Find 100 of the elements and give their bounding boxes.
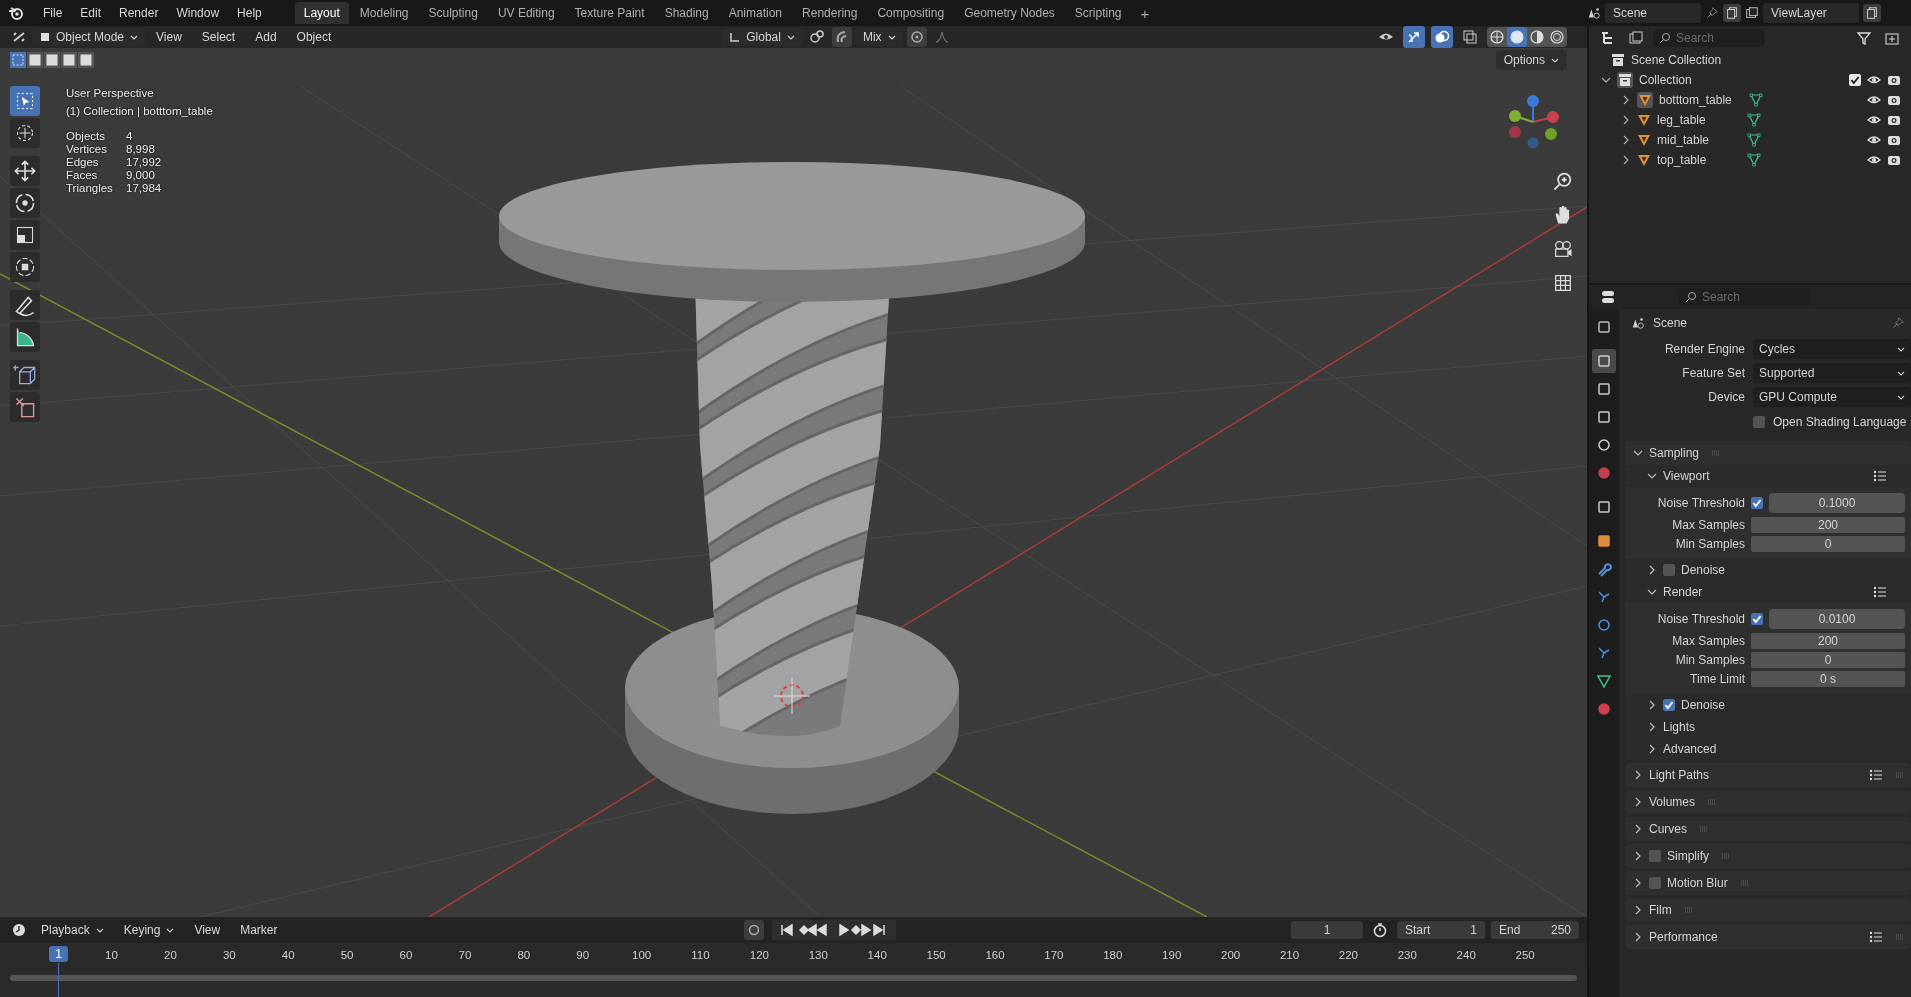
copy-icon[interactable] xyxy=(1863,4,1881,22)
drag-handle-icon[interactable] xyxy=(1739,880,1750,886)
camera-icon[interactable] xyxy=(1887,93,1901,107)
wireframe-shading-icon[interactable] xyxy=(1487,27,1507,47)
expand-chevron-icon[interactable] xyxy=(1633,770,1643,780)
panel-header[interactable]: Light Paths xyxy=(1625,763,1911,787)
camera-icon[interactable] xyxy=(1887,73,1901,87)
material-shading-icon[interactable] xyxy=(1527,27,1547,47)
outliner-row[interactable]: leg_table xyxy=(1589,110,1911,130)
expand-chevron-icon[interactable] xyxy=(1647,587,1657,597)
cursor-icon[interactable] xyxy=(10,118,40,148)
checkbox[interactable] xyxy=(1663,699,1675,711)
expand-chevron-icon[interactable] xyxy=(1633,448,1643,458)
panel-header[interactable]: Volumes xyxy=(1625,790,1911,814)
subpanel-header[interactable]: Viewport xyxy=(1625,465,1911,487)
camera-icon[interactable] xyxy=(1887,153,1901,167)
panel-header[interactable]: Film xyxy=(1625,898,1911,922)
viewport-menu-item[interactable]: Object xyxy=(287,27,341,47)
scale-icon[interactable] xyxy=(10,220,40,250)
drag-handle-icon[interactable] xyxy=(1707,799,1718,805)
pin-icon[interactable] xyxy=(1705,6,1719,20)
workspace-tab[interactable]: Modeling xyxy=(350,2,418,24)
mesh-data-icon[interactable] xyxy=(1747,113,1761,127)
checkbox[interactable] xyxy=(1649,850,1661,862)
select-box-icon[interactable] xyxy=(10,86,40,116)
pin-icon[interactable] xyxy=(1891,316,1905,330)
timeline-menu-item[interactable]: Marker xyxy=(231,920,287,940)
workspace-tab[interactable]: Rendering xyxy=(793,2,867,24)
menu-item[interactable]: File xyxy=(34,3,72,23)
expand-chevron-icon[interactable] xyxy=(1647,471,1657,481)
number-field[interactable]: 0.0100 xyxy=(1769,608,1905,629)
overlays-toggle-icon[interactable] xyxy=(1431,26,1453,48)
viewport-menu-item[interactable]: Add xyxy=(246,27,286,47)
subpanel-header[interactable]: Denoise xyxy=(1625,694,1911,716)
dropdown-field[interactable]: GPU Compute xyxy=(1753,387,1911,407)
drag-handle-icon[interactable] xyxy=(1683,907,1694,913)
add-cube-icon[interactable] xyxy=(10,360,40,390)
panel-header[interactable]: Sampling xyxy=(1625,441,1911,465)
outliner-row[interactable]: mid_table xyxy=(1589,130,1911,150)
current-frame-field[interactable]: 1 xyxy=(1291,921,1363,939)
dropdown-field[interactable]: Supported xyxy=(1753,363,1911,383)
3d-viewport[interactable]: Object Mode View Select Add Object Global Mix Options User Perspective (1) Collection | botttom_table Objects 4 Vertices 8,998 Edges 17,992 Faces 9,000 Triangles 17,984 xyxy=(0,26,1587,917)
panel-header[interactable]: Simplify xyxy=(1625,844,1911,868)
select-intersect-icon[interactable] xyxy=(78,52,94,68)
outliner-row[interactable]: Collection xyxy=(1589,70,1911,90)
drag-handle-icon[interactable] xyxy=(1721,853,1731,859)
checkbox[interactable] xyxy=(1753,416,1765,428)
copy-icon[interactable] xyxy=(1723,4,1741,22)
mesh-data-icon[interactable] xyxy=(1747,153,1761,167)
expand-chevron-icon[interactable] xyxy=(1633,797,1643,807)
workspace-tab[interactable]: Sculpting xyxy=(419,2,487,24)
expand-chevron-icon[interactable] xyxy=(1647,722,1657,732)
workspace-tab[interactable]: Scripting xyxy=(1065,2,1131,24)
workspace-tab[interactable]: UV Editing xyxy=(488,2,564,24)
auto-keying-icon[interactable] xyxy=(743,920,764,940)
solid-shading-icon[interactable] xyxy=(1507,27,1527,47)
move-icon[interactable] xyxy=(10,156,40,186)
mesh-data-icon[interactable] xyxy=(1749,93,1763,107)
transform-icon[interactable] xyxy=(10,252,40,282)
dropdown-field[interactable]: Cycles xyxy=(1753,339,1911,359)
image-stack-icon[interactable] xyxy=(1745,6,1759,20)
workspace-tab[interactable]: Layout xyxy=(294,2,349,24)
subpanel-header[interactable]: Lights xyxy=(1625,716,1911,738)
number-field[interactable]: 200 xyxy=(1751,516,1905,533)
presets-list-icon[interactable] xyxy=(1869,768,1883,782)
expand-chevron-icon[interactable] xyxy=(1633,878,1643,888)
workspace-tab[interactable]: Shading xyxy=(655,2,718,24)
current-frame-marker[interactable]: 1 xyxy=(49,946,68,962)
expand-chevron-icon[interactable] xyxy=(1647,700,1657,710)
drag-handle-icon[interactable] xyxy=(1699,826,1709,832)
menu-item[interactable]: Edit xyxy=(71,3,111,23)
timeline-menu-item[interactable]: Keying xyxy=(114,920,184,940)
camera-icon[interactable] xyxy=(1887,133,1901,147)
mesh-data-icon[interactable] xyxy=(1747,133,1761,147)
expand-chevron-icon[interactable] xyxy=(1601,75,1611,85)
outliner-row[interactable]: Scene Collection xyxy=(1589,50,1911,70)
drag-handle-icon[interactable] xyxy=(1895,772,1905,778)
subpanel-header[interactable]: Render xyxy=(1625,581,1911,603)
expand-chevron-icon[interactable] xyxy=(1647,565,1657,575)
number-field[interactable]: 200 xyxy=(1751,632,1905,649)
panel-header[interactable]: Performance xyxy=(1625,925,1911,949)
workspace-tab[interactable]: Animation xyxy=(719,2,792,24)
select-extend-icon[interactable] xyxy=(27,52,43,68)
rotate-icon[interactable] xyxy=(10,188,40,218)
rendered-shading-icon[interactable] xyxy=(1547,27,1567,47)
presets-list-icon[interactable] xyxy=(1873,469,1887,483)
scene-icon[interactable] xyxy=(1587,6,1601,20)
panel-header[interactable]: Motion Blur xyxy=(1625,871,1911,895)
select-invert-icon[interactable] xyxy=(61,52,77,68)
number-field[interactable]: 0 s xyxy=(1751,670,1905,687)
expand-chevron-icon[interactable] xyxy=(1633,905,1643,915)
snap-target-dropdown[interactable]: Mix xyxy=(855,28,903,46)
number-field[interactable]: 0 xyxy=(1751,535,1905,552)
timeline-menu-item[interactable]: Playback xyxy=(32,920,113,940)
outliner-row[interactable]: top_table xyxy=(1589,150,1911,170)
workspace-tab[interactable]: Texture Paint xyxy=(565,2,654,24)
camera-icon[interactable] xyxy=(1887,113,1901,127)
scissors-icon[interactable] xyxy=(10,392,40,422)
options-dropdown[interactable]: Options xyxy=(1495,50,1567,70)
menu-item[interactable]: Render xyxy=(110,3,168,23)
